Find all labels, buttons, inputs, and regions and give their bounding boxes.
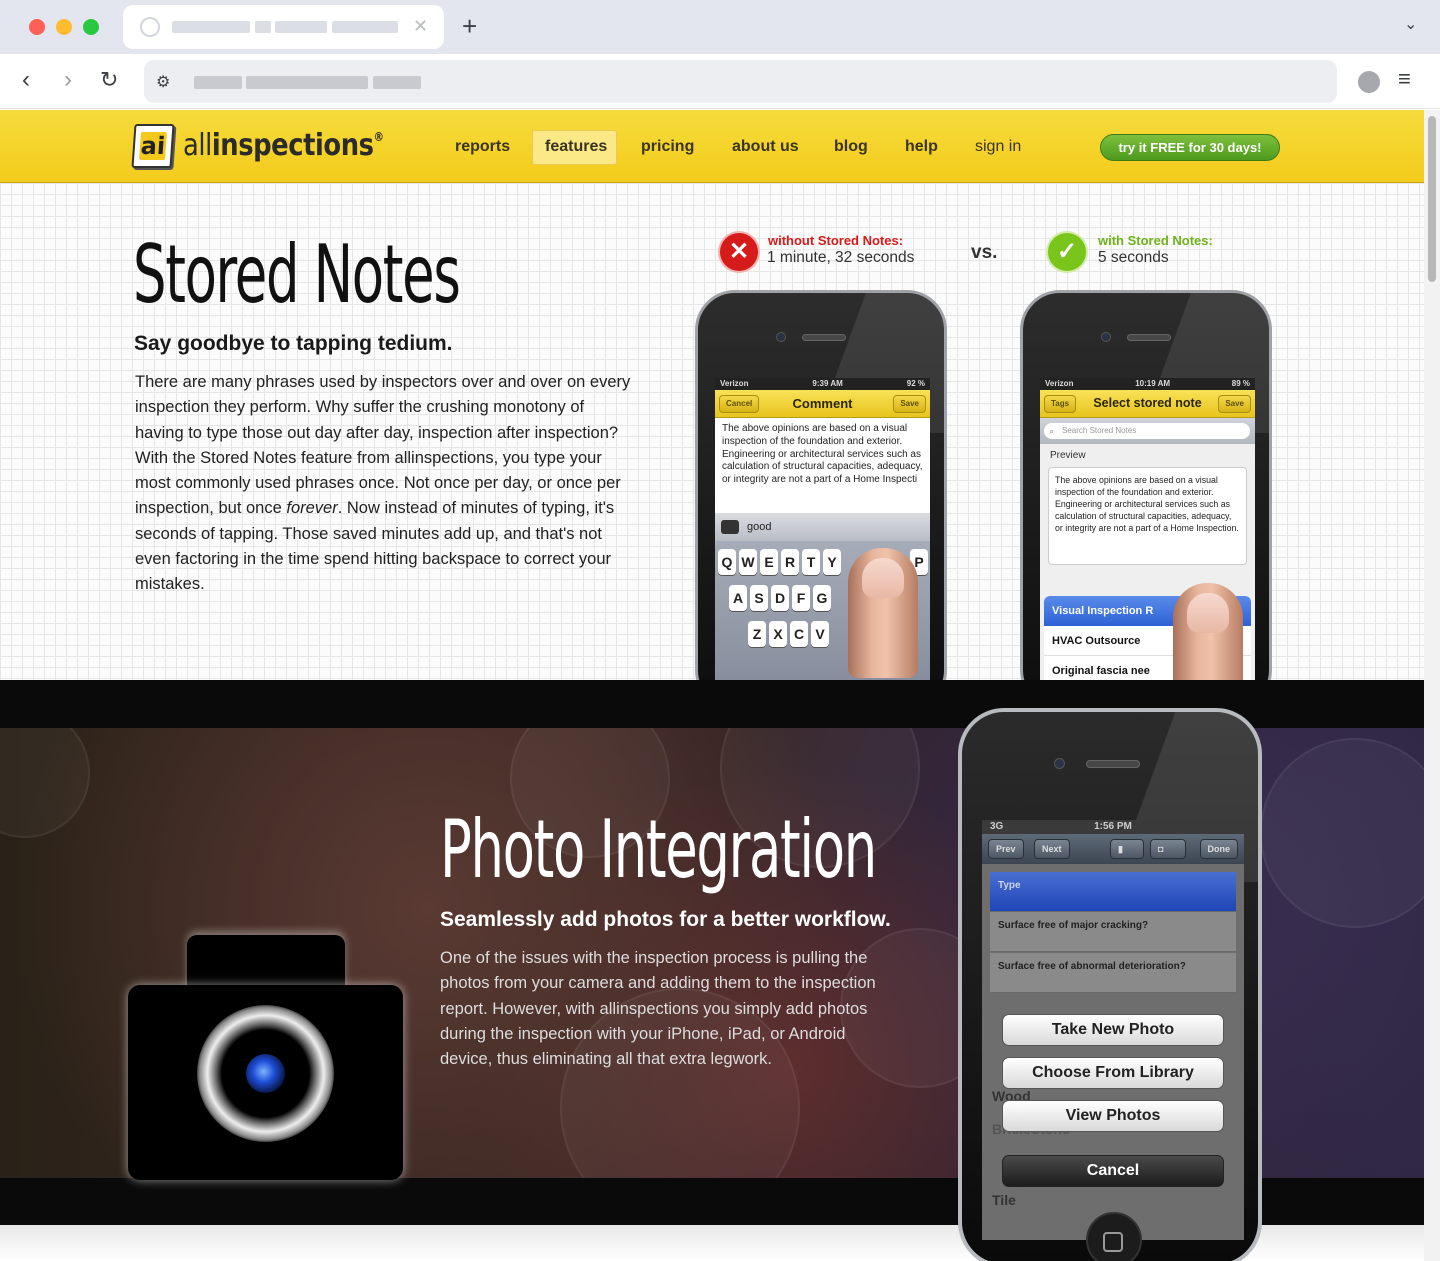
keyboard-row: QWERTY [718, 549, 841, 575]
comment-text: The above opinions are based on a visual… [722, 423, 923, 486]
url-placeholder [373, 76, 421, 89]
nav-reports[interactable]: reports [455, 138, 510, 156]
back-button[interactable]: ‹ [22, 66, 30, 94]
without-stored-notes-time: 1 minute, 32 seconds [767, 249, 915, 266]
page-viewport: ai allinspections® reports features pric… [0, 110, 1424, 1261]
tab-title-placeholder [275, 21, 327, 33]
tab-favicon-icon [140, 17, 160, 37]
next-button: Next [1034, 839, 1070, 859]
checklist-row: Type [990, 872, 1236, 912]
phone-camera-icon [776, 332, 786, 342]
keyboard-row: ASDFG [729, 585, 831, 611]
phone-without-stored-notes: Verizon 9:39 AM 92 % Cancel Comment Save… [695, 290, 947, 710]
search-stored-notes-input: ⌕ Search Stored Notes [1044, 423, 1250, 439]
nav-blog[interactable]: blog [834, 138, 868, 156]
photo-cancel-button: Cancel [1002, 1155, 1224, 1187]
stored-notes-body: There are many phrases used by inspector… [135, 373, 631, 594]
browser-tab[interactable]: ✕ [123, 5, 444, 49]
phone-camera-icon [1101, 332, 1111, 342]
home-button-icon [1103, 1232, 1123, 1252]
forward-button[interactable]: › [64, 66, 72, 94]
versus-label: vs. [971, 242, 998, 263]
close-window-button[interactable] [29, 19, 45, 35]
phone-camera-icon [1054, 758, 1065, 769]
phone-speaker [1127, 334, 1171, 341]
maximize-window-button[interactable] [83, 19, 99, 35]
scrollbar-thumb[interactable] [1428, 116, 1436, 282]
url-placeholder [246, 76, 368, 89]
view-photos-button: View Photos [1002, 1100, 1224, 1132]
minimize-window-button[interactable] [56, 19, 72, 35]
page-scrollbar[interactable] [1424, 110, 1440, 1261]
browser-toolbar: ‹ › ↻ ⚙ ≡ [0, 54, 1440, 109]
browser-menu-icon[interactable]: ≡ [1398, 66, 1411, 92]
without-stored-notes-label: without Stored Notes: [768, 233, 904, 248]
address-bar[interactable]: ⚙ [144, 60, 1337, 103]
choose-from-library-button: Choose From Library [1002, 1057, 1224, 1089]
prev-button: Prev [988, 839, 1024, 859]
tag-icon [721, 520, 739, 534]
phone-with-stored-notes: Verizon 10:19 AM 89 % Tags Select stored… [1020, 290, 1272, 710]
camera-lens-core [246, 1054, 285, 1093]
note-icon: ▮ [1110, 839, 1144, 859]
check-mark-icon: ✓ [1048, 233, 1086, 271]
search-bar: ⌕ Search Stored Notes [1040, 418, 1255, 444]
preview-text: The above opinions are based on a visual… [1048, 467, 1247, 565]
site-settings-icon[interactable]: ⚙ [156, 72, 170, 92]
browser-tab-bar: ✕ + ⌄ [0, 0, 1440, 54]
reload-button[interactable]: ↻ [100, 66, 118, 94]
nav-sign-in[interactable]: sign in [975, 138, 1021, 156]
url-placeholder [194, 76, 242, 89]
tab-title-placeholder [332, 21, 398, 33]
phone-speaker [1086, 760, 1140, 768]
checklist-row: Surface free of abnormal deterioration? [990, 953, 1236, 993]
profile-avatar[interactable] [1358, 71, 1380, 93]
nav-features[interactable]: features [545, 138, 607, 156]
phone-photo-integration: 3G 1:56 PM Prev Next ▮ ◘ Done Type Surfa… [958, 708, 1262, 1261]
with-stored-notes-time: 5 seconds [1098, 249, 1169, 266]
take-new-photo-button: Take New Photo [1002, 1014, 1224, 1046]
nav-about-us[interactable]: about us [732, 138, 799, 156]
camera-button-icon: ◘ [1150, 839, 1186, 859]
finger-image [848, 548, 918, 678]
nav-pricing[interactable]: pricing [641, 138, 694, 156]
site-header: ai allinspections® reports features pric… [0, 110, 1424, 183]
done-button: Done [1199, 839, 1238, 859]
tab-list-chevron-icon[interactable]: ⌄ [1404, 14, 1417, 34]
comment-save-button: Save [893, 395, 926, 413]
photo-integration-body: One of the issues with the inspection pr… [440, 949, 876, 1069]
tab-title-placeholder [172, 21, 250, 33]
preview-label: Preview [1050, 450, 1086, 461]
phone-speaker [802, 334, 846, 341]
search-icon: ⌕ [1049, 426, 1055, 436]
autocomplete-bar: good [715, 513, 930, 541]
tab-close-icon[interactable]: ✕ [413, 16, 428, 36]
with-stored-notes-label: with Stored Notes: [1098, 233, 1213, 248]
nav-help[interactable]: help [905, 138, 938, 156]
keyboard-row: ZXCV [748, 621, 829, 647]
logo-wordmark: allinspections® [183, 128, 384, 163]
logo-mark-icon: ai [131, 124, 175, 168]
behind-row: Tile [992, 1192, 1016, 1208]
free-trial-button[interactable]: try it FREE for 30 days! [1100, 134, 1280, 161]
new-tab-button[interactable]: + [462, 11, 477, 41]
x-mark-icon: ✕ [720, 233, 758, 271]
photo-integration-title: Photo Integration [440, 803, 877, 896]
stored-note-save-button: Save [1218, 395, 1251, 413]
photo-integration-subtitle: Seamlessly add photos for a better workf… [440, 908, 891, 931]
stored-notes-subtitle: Say goodbye to tapping tedium. [134, 332, 453, 355]
checklist-row: Surface free of major cracking? [990, 912, 1236, 952]
tab-title-placeholder [255, 21, 271, 33]
stored-notes-title: Stored Notes [133, 228, 461, 321]
stored-notes-section: Stored Notes Say goodbye to tapping tedi… [0, 183, 1424, 710]
